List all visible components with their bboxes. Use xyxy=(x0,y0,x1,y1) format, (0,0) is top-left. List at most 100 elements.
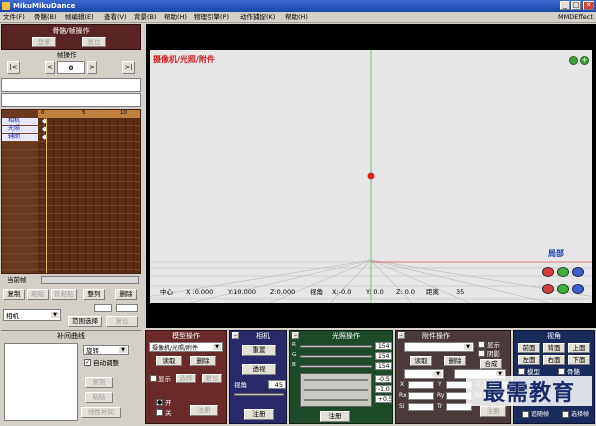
view-model-checkbox[interactable] xyxy=(518,368,525,375)
maximize-button[interactable]: □ xyxy=(571,1,581,10)
model-show-checkbox[interactable] xyxy=(150,375,157,382)
reverse-paste-button[interactable]: 反粘贴 xyxy=(51,289,77,300)
range-field[interactable] xyxy=(94,304,112,312)
range-select-button[interactable]: 范围选择 xyxy=(68,316,102,327)
light-y-input[interactable]: -1.0 xyxy=(375,385,392,393)
menu-background[interactable]: 背景(B) xyxy=(134,14,157,21)
add-icon[interactable]: + xyxy=(580,56,589,65)
copy-button[interactable]: 复制 xyxy=(3,289,25,300)
view-sel-checkbox[interactable] xyxy=(562,411,569,418)
model-b-button[interactable]: 复位 xyxy=(202,374,222,383)
model-target-select[interactable]: 摄像机/光照/附件 xyxy=(149,342,223,352)
accessory-combine-button[interactable]: 合成 xyxy=(480,359,502,369)
camera-register-button[interactable]: 注册 xyxy=(244,409,274,420)
off-radio[interactable] xyxy=(156,409,163,416)
light-x-input[interactable]: -0.5 xyxy=(375,375,392,383)
next-frame-button[interactable]: > xyxy=(87,61,97,74)
paste-button[interactable]: 粘贴 xyxy=(27,289,49,300)
light-y-slider[interactable] xyxy=(304,389,368,391)
fov-slider[interactable] xyxy=(234,393,284,396)
local-mode-label[interactable]: 局部 xyxy=(548,250,564,258)
prev-frame-button[interactable]: < xyxy=(45,61,55,74)
accessory-show-checkbox[interactable] xyxy=(478,341,485,348)
move-z-icon[interactable] xyxy=(572,284,584,294)
menu-view[interactable]: 查看(V) xyxy=(104,14,127,21)
view-right-button[interactable]: 右面 xyxy=(543,355,565,365)
acc-si-input[interactable] xyxy=(408,403,434,411)
view-left-button[interactable]: 左面 xyxy=(518,355,540,365)
delete-button[interactable]: 删除 xyxy=(115,289,137,300)
register-button[interactable]: 登录 xyxy=(32,37,56,47)
menu-frame-edit[interactable]: 帧编辑(E) xyxy=(65,14,94,21)
current-frame-scroll[interactable] xyxy=(41,276,139,284)
light-g-input[interactable]: 154 xyxy=(375,352,392,360)
camera-collapse-button[interactable]: – xyxy=(232,332,239,339)
view-back-button[interactable]: 背面 xyxy=(543,343,565,353)
camera-reset-button[interactable]: 重置 xyxy=(242,345,276,356)
interp-type-select[interactable]: 旋转 xyxy=(83,345,129,355)
reset-button[interactable]: 复位 xyxy=(82,37,106,47)
menu-help-2[interactable]: 帮助(H) xyxy=(285,14,308,21)
rotate-z-icon[interactable] xyxy=(572,267,584,277)
light-register-button[interactable]: 注册 xyxy=(320,411,350,422)
menu-file[interactable]: 文件(F) xyxy=(3,14,25,21)
first-frame-button[interactable]: |< xyxy=(7,61,20,74)
accessory-bone-select[interactable] xyxy=(404,369,444,379)
model-select[interactable]: 相机 xyxy=(3,309,61,321)
light-b-input[interactable]: 154 xyxy=(375,362,392,370)
accessory-select[interactable] xyxy=(404,342,474,352)
interp-paste-button[interactable]: 粘贴 xyxy=(85,392,113,403)
close-button[interactable]: ✕ xyxy=(583,1,594,10)
view-top-button[interactable]: 上面 xyxy=(568,343,590,353)
menu-physics[interactable]: 物理引擎(P) xyxy=(194,14,229,21)
model-register-button[interactable]: 注册 xyxy=(190,405,218,416)
align-button[interactable]: 整列 xyxy=(83,289,105,300)
perspective-button[interactable]: 透视 xyxy=(242,364,276,375)
view-bottom-button[interactable]: 下面 xyxy=(568,355,590,365)
accessory-collapse-button[interactable]: – xyxy=(398,332,405,339)
light-g-slider[interactable] xyxy=(300,355,372,358)
rotate-y-icon[interactable] xyxy=(557,267,569,277)
rotate-x-icon[interactable] xyxy=(542,267,554,277)
interpolation-curve-editor[interactable] xyxy=(4,343,78,421)
move-x-icon[interactable] xyxy=(542,284,554,294)
light-r-slider[interactable] xyxy=(300,345,372,348)
range-field-2[interactable] xyxy=(116,304,138,312)
model-load-button[interactable]: 读取 xyxy=(156,356,182,366)
linear-interp-button[interactable]: 线性补间 xyxy=(81,407,121,418)
timeline[interactable]: 0 5 10 相机 光照 辅助 ◆ ◆ ◆ xyxy=(1,109,141,274)
model-a-button[interactable]: 选择 xyxy=(176,374,196,383)
fov-input[interactable]: 45 xyxy=(268,380,286,389)
menu-help-1[interactable]: 帮助(H) xyxy=(164,14,187,21)
light-z-slider[interactable] xyxy=(304,399,368,401)
light-r-input[interactable]: 154 xyxy=(375,342,392,350)
on-radio[interactable]: ● xyxy=(156,399,163,406)
minimize-button[interactable]: _ xyxy=(560,1,570,10)
view-track-checkbox[interactable] xyxy=(522,411,529,418)
move-y-icon[interactable] xyxy=(557,284,569,294)
frame-number-input[interactable]: 0 xyxy=(57,61,85,74)
accessory-delete-button[interactable]: 删除 xyxy=(444,356,466,366)
last-frame-button[interactable]: >| xyxy=(122,61,135,74)
menu-motion-capture[interactable]: 动作捕捉(K) xyxy=(240,14,275,21)
light-b-slider[interactable] xyxy=(300,365,372,368)
track-row-camera[interactable]: 相机 xyxy=(2,118,38,125)
accessory-load-button[interactable]: 读取 xyxy=(410,356,432,366)
acc-x-input[interactable] xyxy=(408,381,434,389)
accessory-register-button[interactable]: 注册 xyxy=(480,406,506,417)
light-collapse-button[interactable]: – xyxy=(292,332,299,339)
extra-button[interactable]: 复位 xyxy=(106,316,138,327)
menu-bone[interactable]: 骨骼(B) xyxy=(34,14,57,21)
viewport-3d[interactable]: 摄像机/光照/附件 + 局部 中心 X :0.000 Y:10.000 Z:0.… xyxy=(150,50,592,303)
view-bone-checkbox[interactable] xyxy=(558,368,565,375)
track-row-accessory[interactable]: 辅助 xyxy=(2,134,38,141)
light-x-slider[interactable] xyxy=(304,379,368,381)
menu-mmdeffect[interactable]: MMDEffect xyxy=(558,14,593,21)
accessory-shadow-checkbox[interactable] xyxy=(478,350,485,357)
light-z-input[interactable]: +0.5 xyxy=(375,395,392,403)
track-row-light[interactable]: 光照 xyxy=(2,126,38,133)
model-delete-button[interactable]: 删除 xyxy=(190,356,216,366)
auto-adjust-checkbox[interactable]: ✓ xyxy=(84,359,91,366)
interp-copy-button[interactable]: 复制 xyxy=(85,377,113,388)
search-icon[interactable] xyxy=(569,56,578,65)
